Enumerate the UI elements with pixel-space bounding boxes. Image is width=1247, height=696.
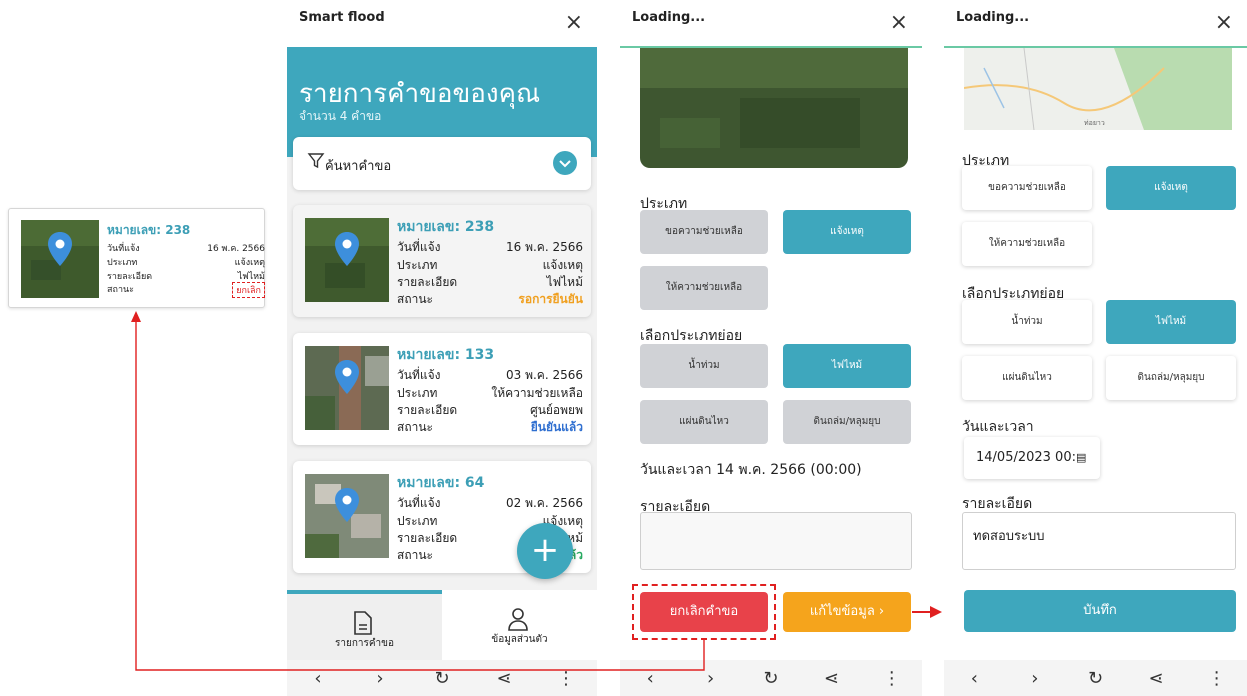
arrowhead-up [131, 311, 141, 322]
arrow-cancel-to-card [135, 316, 705, 671]
arrowhead-right [930, 606, 942, 618]
flow-arrows [131, 311, 942, 671]
